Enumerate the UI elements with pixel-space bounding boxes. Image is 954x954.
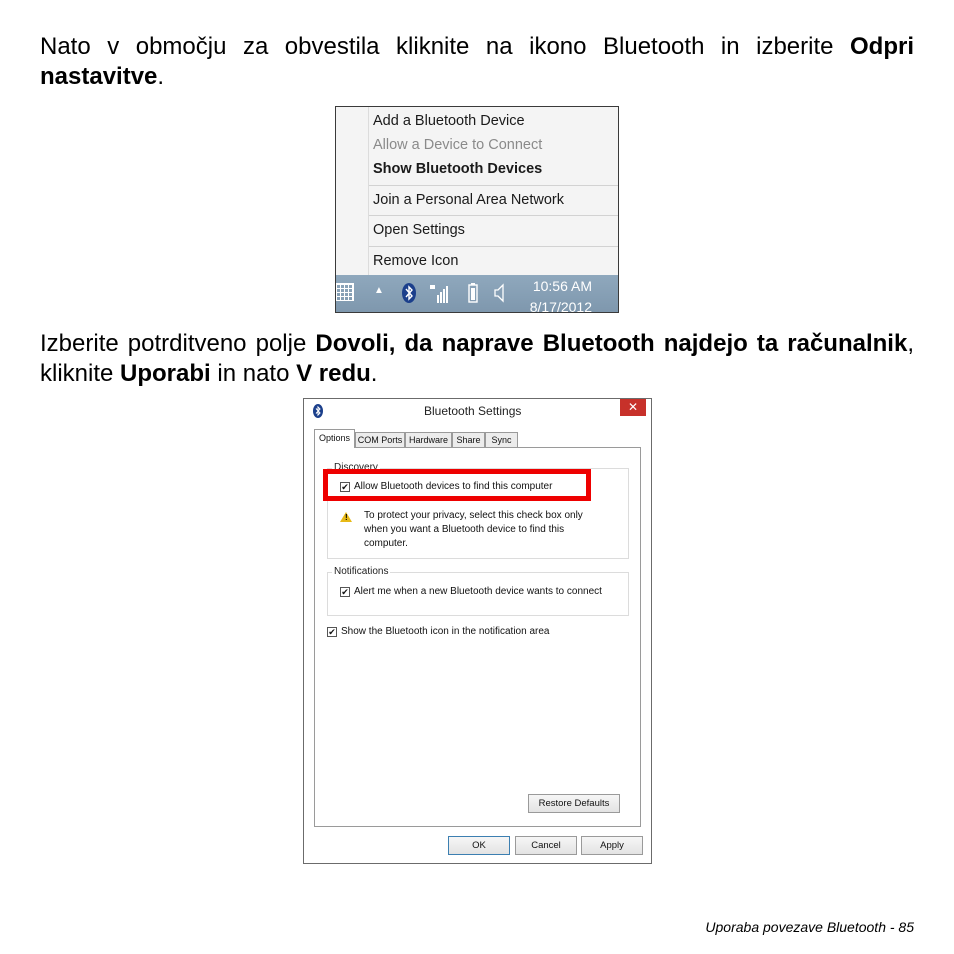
paragraph-text: Nato v območju za obvestila kliknite na … <box>40 33 850 60</box>
options-panel: Discovery ✔ Allow Bluetooth devices to f… <box>314 447 641 827</box>
menu-item-open-settings[interactable]: Open Settings <box>373 222 465 238</box>
apply-button[interactable]: Apply <box>581 836 643 855</box>
notifications-label: Notifications <box>332 566 391 577</box>
ok-button[interactable]: OK <box>448 836 510 855</box>
restore-defaults-button[interactable]: Restore Defaults <box>528 794 620 813</box>
battery-icon[interactable] <box>468 283 478 306</box>
highlight-box <box>323 469 591 501</box>
paragraph-end: . <box>157 63 165 90</box>
menu-item-remove-icon[interactable]: Remove Icon <box>373 253 458 269</box>
network-signal-icon[interactable] <box>430 283 448 306</box>
bluetooth-context-menu-screenshot: Add a Bluetooth Device Allow a Device to… <box>335 106 619 313</box>
menu-gutter <box>368 107 369 275</box>
chevron-up-icon[interactable]: ▲ <box>374 285 384 296</box>
bluetooth-settings-dialog: Bluetooth Settings ✕ Options COM Ports H… <box>303 398 652 864</box>
taskbar: ▲ 10:56 AM 8/17/2012 <box>336 275 618 312</box>
menu-separator <box>369 246 618 247</box>
cancel-button[interactable]: Cancel <box>515 836 577 855</box>
page-footer: Uporaba povezave Bluetooth - 85 <box>705 919 914 935</box>
tab-hardware[interactable]: Hardware <box>405 432 452 447</box>
tab-options[interactable]: Options <box>314 429 355 448</box>
alert-connect-label: Alert me when a new Bluetooth device wan… <box>354 586 602 597</box>
close-button[interactable]: ✕ <box>620 399 646 416</box>
bluetooth-icon <box>313 404 323 418</box>
clock-time[interactable]: 10:56 AM <box>533 278 592 294</box>
menu-separator <box>369 185 618 186</box>
menu-item-show-devices[interactable]: Show Bluetooth Devices <box>373 161 542 177</box>
instruction-paragraph-2: Izberite potrditveno polje Dovoli, da na… <box>40 329 914 389</box>
alert-connect-checkbox[interactable]: ✔ <box>340 587 350 597</box>
paragraph-bold-ok: V redu <box>296 360 371 387</box>
menu-separator <box>369 215 618 216</box>
speaker-icon[interactable] <box>494 283 506 306</box>
show-icon-label: Show the Bluetooth icon in the notificat… <box>341 626 550 637</box>
paragraph-text: in nato <box>210 360 297 387</box>
show-icon-checkbox[interactable]: ✔ <box>327 627 337 637</box>
clock-date[interactable]: 8/17/2012 <box>530 299 592 312</box>
warning-exclamation: ! <box>345 513 348 522</box>
dialog-titlebar[interactable]: Bluetooth Settings ✕ <box>304 399 651 425</box>
paragraph-text: Izberite potrditveno polje <box>40 330 316 357</box>
dialog-title: Bluetooth Settings <box>424 404 522 418</box>
paragraph-bold-checkbox-name: Dovoli, da naprave Bluetooth najdejo ta … <box>315 330 908 357</box>
menu-item-allow-connect: Allow a Device to Connect <box>373 137 543 153</box>
bluetooth-icon[interactable] <box>402 283 416 306</box>
paragraph-bold-apply: Uporabi <box>120 360 211 387</box>
privacy-warning-text: To protect your privacy, select this che… <box>364 510 583 549</box>
paragraph-end: . <box>370 360 378 387</box>
menu-item-join-pan[interactable]: Join a Personal Area Network <box>373 192 564 208</box>
tab-com-ports[interactable]: COM Ports <box>355 432 405 447</box>
tab-sync[interactable]: Sync <box>485 432 518 447</box>
keyboard-icon[interactable] <box>336 283 354 301</box>
instruction-paragraph-1: Nato v območju za obvestila kliknite na … <box>40 32 914 92</box>
menu-item-add-device[interactable]: Add a Bluetooth Device <box>373 113 525 129</box>
notifications-group: Notifications ✔ Alert me when a new Blue… <box>327 566 629 616</box>
tab-share[interactable]: Share <box>452 432 485 447</box>
context-menu: Add a Bluetooth Device Allow a Device to… <box>336 107 618 276</box>
